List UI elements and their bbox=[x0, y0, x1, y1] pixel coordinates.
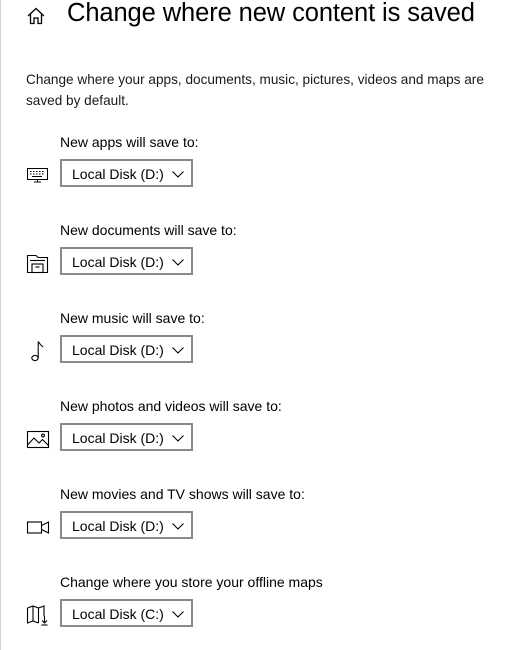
music-note-icon bbox=[25, 339, 51, 363]
dropdown-value: Local Disk (D:) bbox=[72, 254, 164, 270]
chevron-down-icon bbox=[171, 431, 185, 443]
music-save-location-dropdown[interactable]: Local Disk (D:) bbox=[60, 335, 193, 363]
page-header: Change where new content is saved bbox=[0, 0, 514, 34]
documents-save-location-dropdown[interactable]: Local Disk (D:) bbox=[60, 247, 193, 275]
setting-label: New apps will save to: bbox=[60, 134, 199, 150]
dropdown-value: Local Disk (D:) bbox=[72, 342, 164, 358]
setting-label: New photos and videos will save to: bbox=[60, 398, 282, 414]
setting-movies-tv: New movies and TV shows will save to: Lo… bbox=[0, 484, 514, 554]
chevron-down-icon bbox=[171, 343, 185, 355]
photo-icon bbox=[25, 427, 51, 451]
chevron-down-icon bbox=[171, 607, 185, 619]
dropdown-value: Local Disk (D:) bbox=[72, 166, 164, 182]
page-description: Change where your apps, documents, music… bbox=[26, 72, 484, 108]
setting-offline-maps: Change where you store your offline maps… bbox=[0, 572, 514, 642]
apps-save-location-dropdown[interactable]: Local Disk (D:) bbox=[60, 159, 193, 187]
dropdown-value: Local Disk (D:) bbox=[72, 518, 164, 534]
home-icon[interactable] bbox=[25, 5, 47, 27]
setting-label: Change where you store your offline maps bbox=[60, 574, 323, 590]
dropdown-value: Local Disk (C:) bbox=[72, 606, 164, 622]
keyboard-icon bbox=[25, 163, 51, 187]
setting-music: New music will save to: Local Disk (D:) bbox=[0, 308, 514, 378]
setting-documents: New documents will save to: Local Disk (… bbox=[0, 220, 514, 290]
photos-save-location-dropdown[interactable]: Local Disk (D:) bbox=[60, 423, 193, 451]
setting-label: New documents will save to: bbox=[60, 222, 237, 238]
setting-label: New music will save to: bbox=[60, 310, 205, 326]
movies-save-location-dropdown[interactable]: Local Disk (D:) bbox=[60, 511, 193, 539]
map-download-icon bbox=[25, 603, 51, 627]
maps-save-location-dropdown[interactable]: Local Disk (C:) bbox=[60, 599, 193, 627]
page-title: Change where new content is saved bbox=[67, 0, 475, 27]
dropdown-value: Local Disk (D:) bbox=[72, 430, 164, 446]
setting-apps: New apps will save to: Local Disk (D:) bbox=[0, 132, 514, 202]
chevron-down-icon bbox=[171, 167, 185, 179]
video-camera-icon bbox=[25, 515, 51, 539]
document-drawer-icon bbox=[25, 251, 51, 275]
chevron-down-icon bbox=[171, 519, 185, 531]
chevron-down-icon bbox=[171, 255, 185, 267]
setting-label: New movies and TV shows will save to: bbox=[60, 486, 305, 502]
setting-photos-videos: New photos and videos will save to: Loca… bbox=[0, 396, 514, 466]
